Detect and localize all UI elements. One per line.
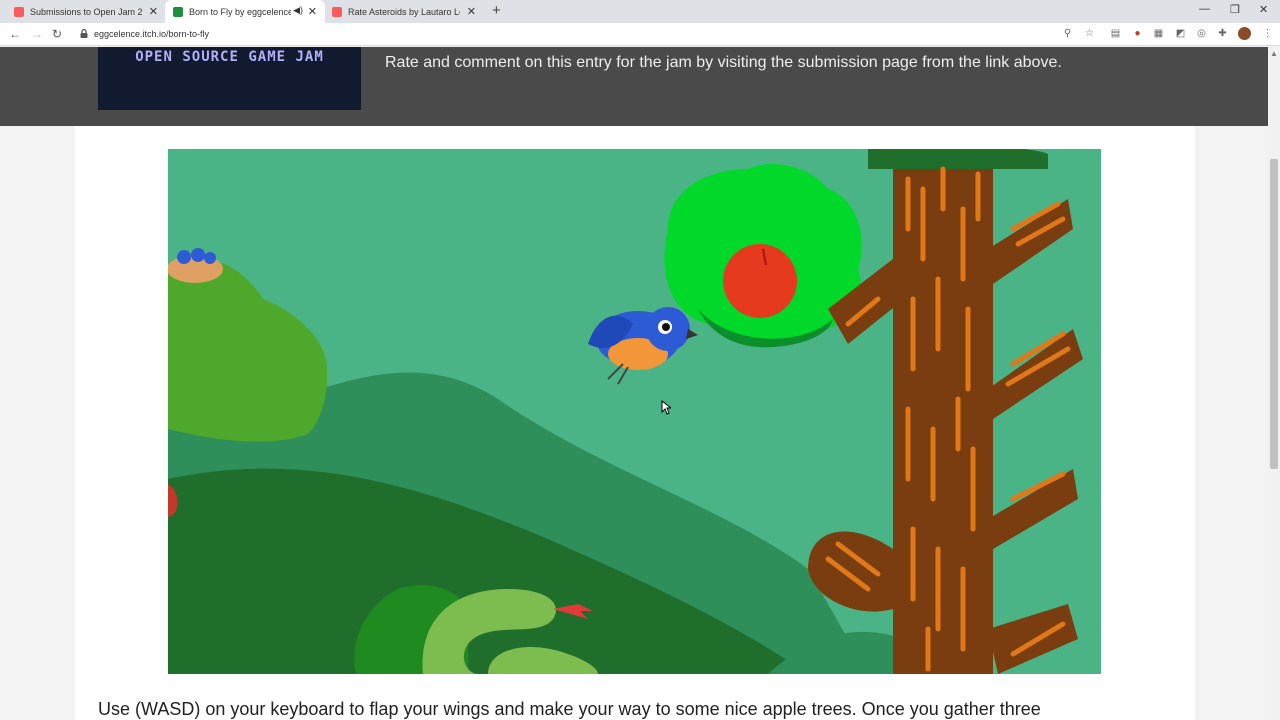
game-page-body: Use (WASD) on your keyboard to flap your… — [75, 126, 1195, 720]
tab-title: Rate Asteroids by Lautaro Lobo — [348, 6, 460, 17]
tab-submissions[interactable]: Submissions to Open Jam 2020 ✕ — [6, 0, 166, 23]
extension-icon[interactable]: ▤ — [1110, 28, 1121, 39]
itchio-favicon-icon — [332, 6, 342, 17]
page-scrollbar[interactable]: ▲ — [1268, 47, 1280, 720]
scrollbar-thumb[interactable] — [1270, 159, 1278, 469]
game-scene — [168, 149, 1101, 674]
tab-strip: Submissions to Open Jam 2020 ✕ Born to F… — [0, 0, 1280, 23]
mouse-cursor-icon — [661, 400, 671, 415]
tab-title: Submissions to Open Jam 2020 — [30, 6, 142, 17]
profile-avatar[interactable] — [1238, 27, 1251, 40]
jam-banner: OPEN SOURCE GAME JAM Rate and comment on… — [0, 47, 1268, 126]
jam-thumbnail[interactable]: OPEN SOURCE GAME JAM — [98, 47, 361, 110]
apple[interactable] — [723, 244, 797, 318]
extension-icon[interactable]: ● — [1132, 28, 1143, 39]
jam-message: Rate and comment on this entry for the j… — [385, 54, 1062, 71]
close-tab-icon[interactable]: ✕ — [149, 5, 158, 18]
extension-icon[interactable]: ◩ — [1175, 28, 1186, 39]
bookmark-star-icon[interactable]: ☆ — [1084, 28, 1095, 39]
extension-icon[interactable]: ▦ — [1153, 28, 1164, 39]
speaker-icon[interactable]: ◀) — [293, 5, 303, 16]
forward-icon[interactable]: → — [31, 27, 43, 41]
zoom-icon[interactable]: ⚲ — [1062, 28, 1073, 39]
game-description: Use (WASD) on your keyboard to flap your… — [98, 699, 1041, 719]
address-bar: ← → ↻ eggcelence.itch.io/born-to-fly ⚲ ☆… — [0, 23, 1280, 46]
game-canvas[interactable] — [168, 149, 1101, 674]
close-tab-icon[interactable]: ✕ — [467, 5, 476, 18]
close-tab-icon[interactable]: ✕ — [308, 5, 317, 18]
page-viewport: OPEN SOURCE GAME JAM Rate and comment on… — [0, 47, 1268, 720]
new-tab-icon[interactable]: + — [492, 2, 501, 19]
url-field[interactable]: eggcelence.itch.io/born-to-fly — [94, 29, 209, 39]
game-favicon-icon — [173, 6, 183, 17]
itchio-favicon-icon — [14, 6, 24, 17]
tab-born-to-fly[interactable]: Born to Fly by eggcelence, S ◀) ✕ — [165, 0, 325, 23]
restore-icon[interactable]: ❐ — [1230, 3, 1240, 16]
puzzle-extensions-icon[interactable]: ✚ — [1217, 28, 1228, 39]
minimize-icon[interactable]: — — [1199, 3, 1210, 15]
close-window-icon[interactable]: ✕ — [1259, 3, 1268, 16]
reload-icon[interactable]: ↻ — [52, 27, 62, 41]
tab-rate-asteroids[interactable]: Rate Asteroids by Lautaro Lobo ✕ — [324, 0, 484, 23]
scroll-up-icon[interactable]: ▲ — [1270, 49, 1278, 58]
menu-kebab-icon[interactable]: ⋮ — [1262, 28, 1273, 39]
back-icon[interactable]: ← — [9, 27, 21, 41]
jam-logo-text: OPEN SOURCE GAME JAM — [135, 49, 324, 65]
lock-icon — [80, 29, 88, 38]
tab-title: Born to Fly by eggcelence, S — [189, 6, 291, 17]
extension-icon[interactable]: ◎ — [1196, 28, 1207, 39]
